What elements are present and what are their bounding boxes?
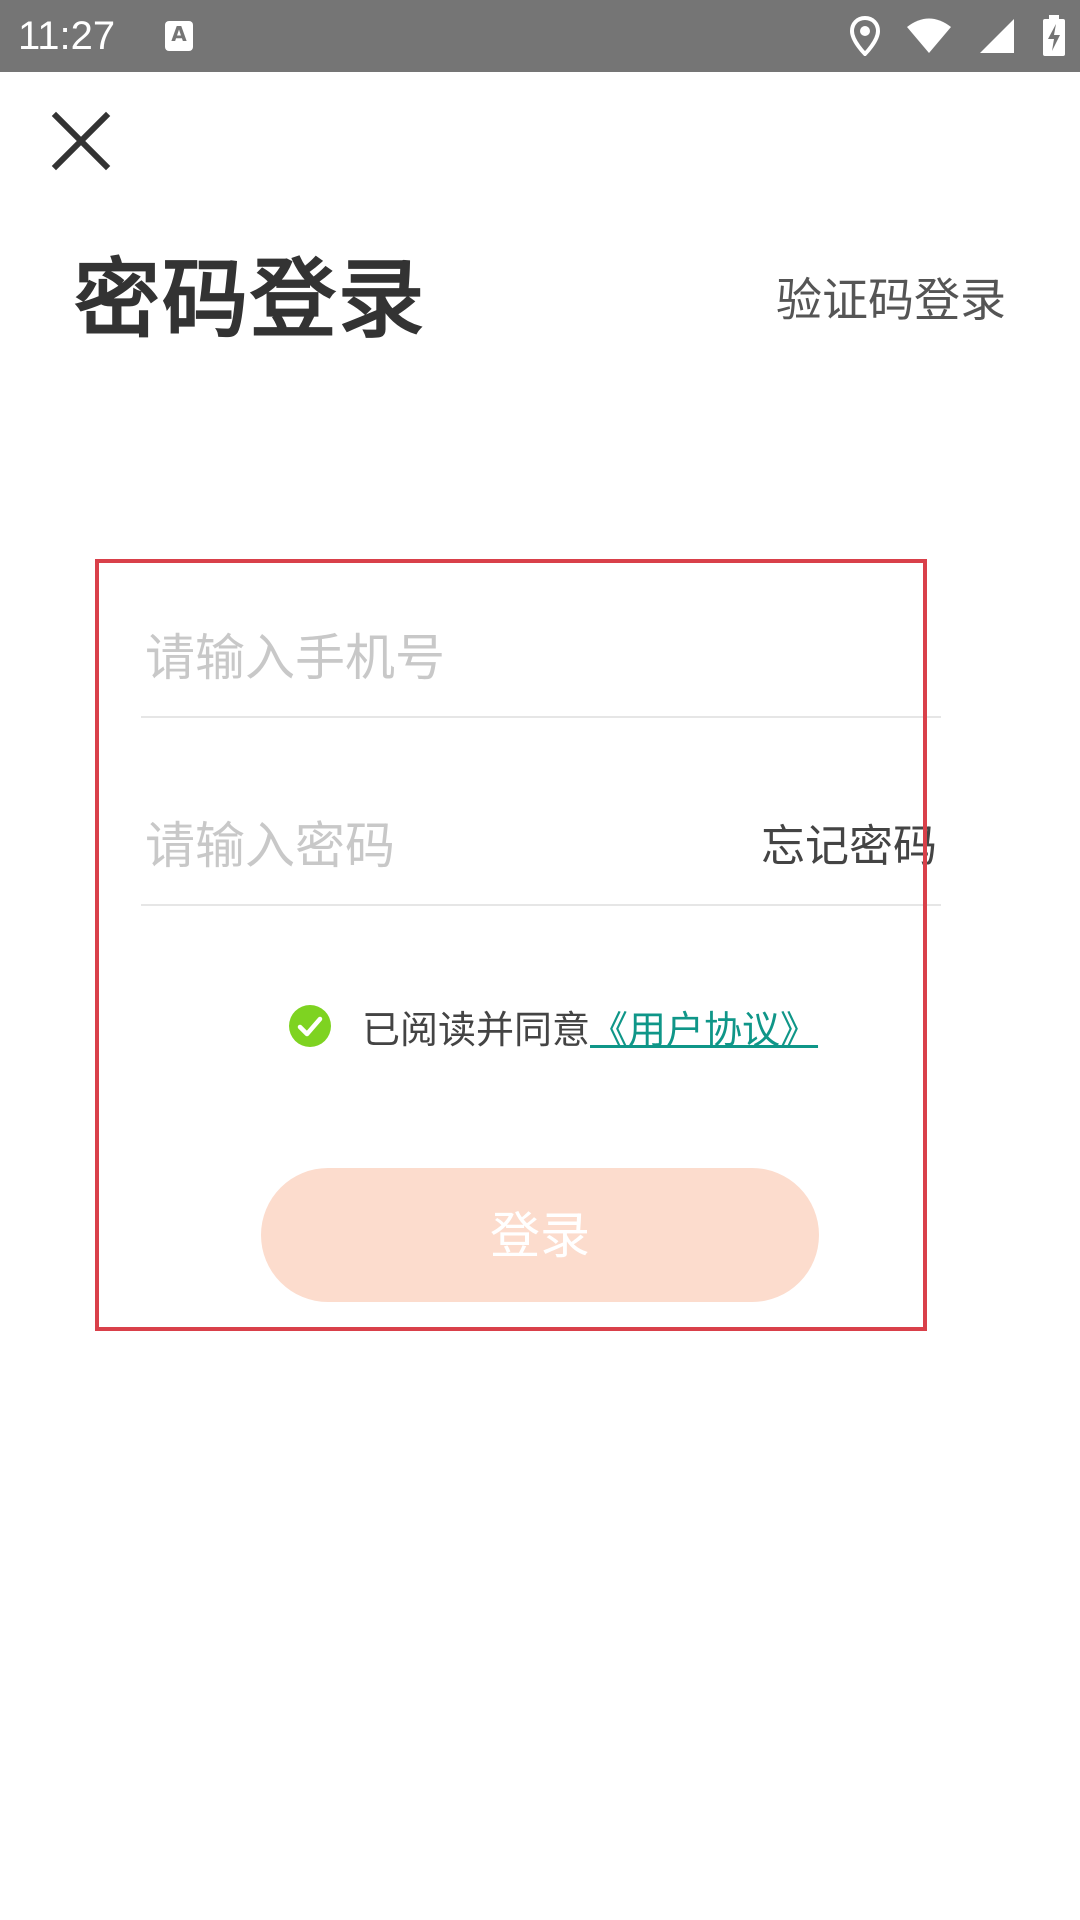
signal-icon xyxy=(980,19,1014,53)
phone-field xyxy=(141,600,941,718)
login-button[interactable]: 登录 xyxy=(261,1168,819,1302)
verification-code-login-link[interactable]: 验证码登录 xyxy=(776,270,1006,330)
page-title: 密码登录 xyxy=(74,250,426,350)
notification-a-icon: A xyxy=(165,21,193,51)
phone-input[interactable] xyxy=(141,600,941,716)
status-time: 11:27 xyxy=(18,14,116,58)
agreement-row: 已阅读并同意 《用户协议》 xyxy=(288,1000,818,1052)
wifi-icon xyxy=(907,18,951,53)
close-button[interactable] xyxy=(50,110,112,172)
user-agreement-link[interactable]: 《用户协议》 xyxy=(590,999,818,1054)
agreement-text: 已阅读并同意 xyxy=(362,1007,591,1052)
agreement-checkbox-checked-icon[interactable] xyxy=(288,1004,332,1048)
status-bar: 11:27 A xyxy=(0,0,1080,72)
location-icon xyxy=(850,16,880,56)
password-input[interactable] xyxy=(141,788,741,904)
forgot-password-link[interactable]: 忘记密码 xyxy=(761,788,937,906)
battery-charging-icon xyxy=(1043,15,1065,56)
close-icon xyxy=(51,111,111,171)
password-field: 忘记密码 xyxy=(141,788,941,906)
